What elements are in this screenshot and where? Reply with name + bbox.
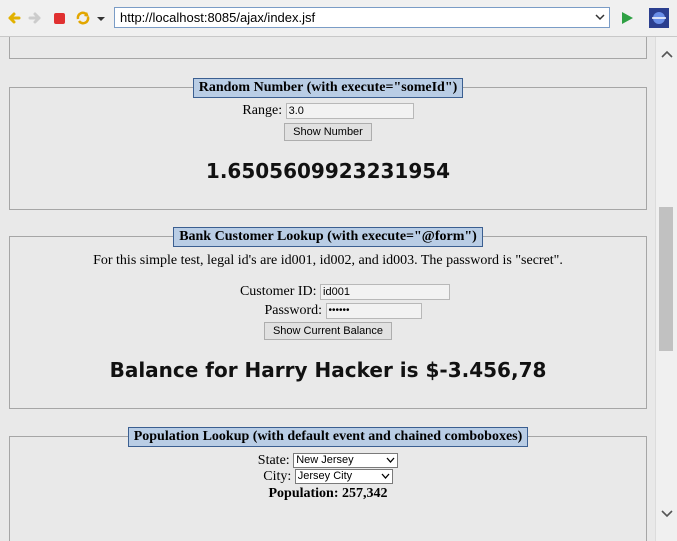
scroll-down-icon[interactable] (660, 509, 674, 519)
vertical-scrollbar[interactable] (655, 37, 677, 541)
population-lookup-legend: Population Lookup (with default event an… (10, 427, 646, 447)
page-content: Random Number (with execute="someId") Ra… (0, 37, 655, 541)
customer-id-label: Customer ID: (239, 284, 317, 300)
address-text: http://localhost:8085/ajax/index.jsf (120, 10, 316, 25)
customer-id-input[interactable]: id001 (320, 284, 451, 300)
password-label: Password: (264, 303, 323, 319)
chevron-down-icon (386, 457, 395, 464)
state-select[interactable]: New Jersey (293, 453, 399, 469)
back-icon[interactable] (4, 9, 22, 27)
address-bar[interactable]: http://localhost:8085/ajax/index.jsf (114, 7, 610, 28)
go-icon[interactable] (618, 9, 636, 27)
eclipse-icon[interactable] (649, 8, 669, 28)
random-number-result: 1.6505609923231954 (205, 159, 451, 183)
random-number-legend: Random Number (with execute="someId") (10, 78, 646, 98)
show-balance-button[interactable]: Show Current Balance (263, 322, 393, 340)
show-number-button[interactable]: Show Number (284, 123, 372, 141)
balance-result: Balance for Harry Hacker is $-3.456,78 (109, 358, 547, 382)
chevron-down-icon (381, 473, 390, 480)
forward-icon[interactable] (27, 9, 45, 27)
refresh-icon[interactable] (74, 9, 92, 27)
city-selected-value: Jersey City (297, 470, 353, 483)
browser-toolbar: http://localhost:8085/ajax/index.jsf (0, 0, 677, 37)
state-selected-value: New Jersey (296, 454, 354, 467)
history-dropdown-icon[interactable] (96, 9, 114, 27)
scroll-up-icon[interactable] (660, 49, 674, 59)
scroll-thumb[interactable] (659, 207, 673, 351)
bank-info-text: For this simple test, legal id's are id0… (93, 253, 563, 268)
city-label: City: (263, 469, 292, 484)
bank-lookup-panel: Bank Customer Lookup (with execute="@for… (9, 227, 647, 409)
previous-panel (9, 37, 647, 59)
range-label: Range: (242, 103, 283, 119)
population-lookup-panel: Population Lookup (with default event an… (9, 427, 647, 541)
password-input[interactable]: •••••• (325, 303, 422, 319)
population-result: Population: 257,342 (268, 486, 388, 501)
bank-lookup-legend: Bank Customer Lookup (with execute="@for… (10, 227, 646, 247)
stop-icon[interactable] (51, 9, 69, 27)
state-label: State: (257, 453, 290, 468)
city-select[interactable]: Jersey City (294, 469, 393, 485)
range-input[interactable]: 3.0 (285, 103, 414, 119)
address-dropdown-icon[interactable] (594, 11, 606, 23)
random-number-panel: Random Number (with execute="someId") Ra… (9, 78, 647, 210)
